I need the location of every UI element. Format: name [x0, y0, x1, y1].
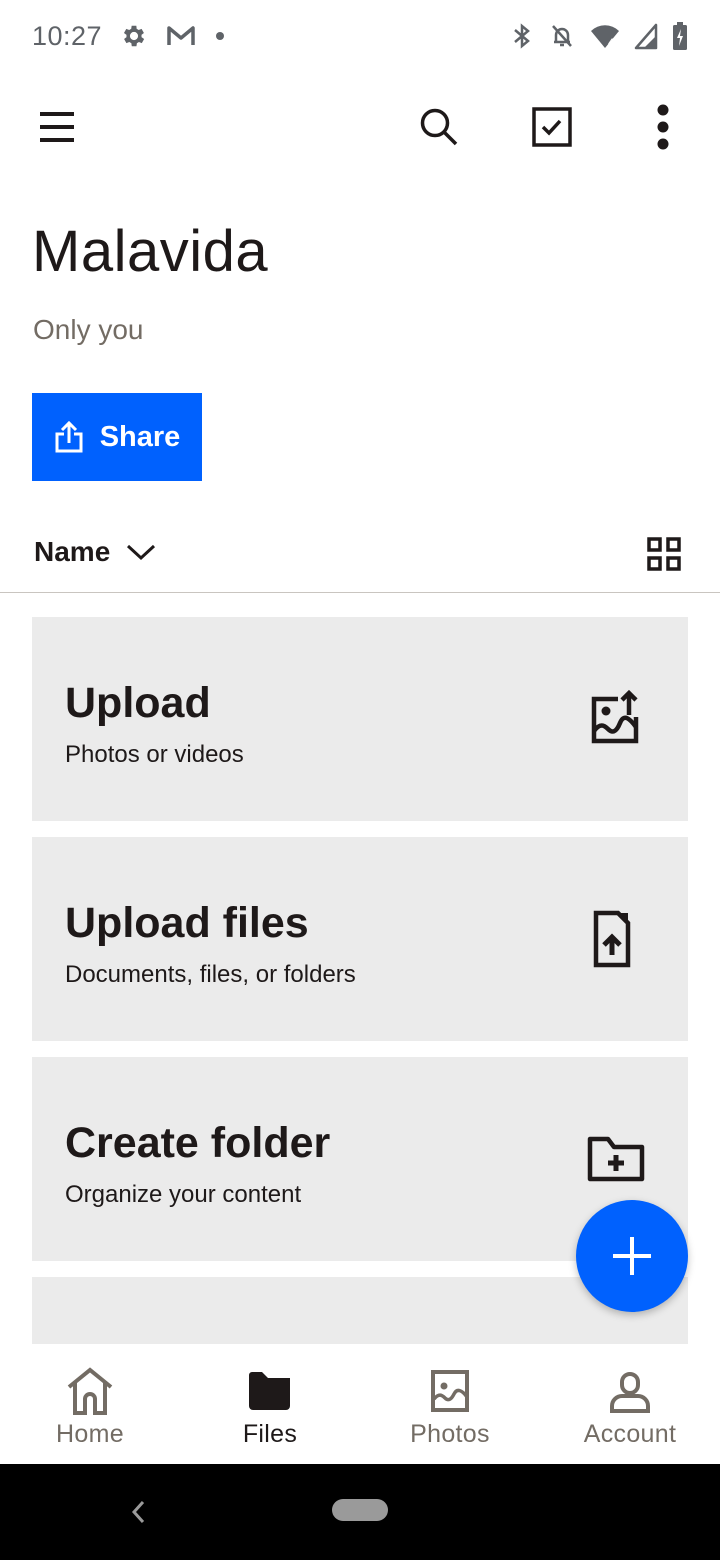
system-home-pill[interactable]	[332, 1499, 388, 1521]
upload-photo-icon	[591, 689, 639, 744]
folder-title: Malavida	[32, 219, 269, 284]
status-time: 10:27	[32, 20, 103, 51]
upload-files-card[interactable]: Upload files Documents, files, or folder…	[32, 837, 688, 1041]
cell-signal-icon	[634, 22, 658, 50]
notification-dot-icon	[214, 30, 226, 42]
nav-item-files[interactable]: Files	[180, 1344, 360, 1464]
status-bar: 10:27 4	[0, 0, 720, 72]
search-icon	[420, 108, 458, 146]
sort-row: Name	[0, 520, 720, 593]
upload-file-icon	[593, 910, 631, 968]
card-title: Create folder	[65, 1119, 331, 1167]
share-icon	[55, 420, 83, 453]
menu-icon	[40, 112, 74, 142]
system-navigation-bar	[0, 1464, 720, 1560]
home-icon	[67, 1367, 113, 1415]
nav-item-account[interactable]: Account	[540, 1344, 720, 1464]
sharing-status: Only you	[33, 314, 144, 345]
plus-icon	[613, 1237, 651, 1275]
nav-label: Files	[242, 1420, 298, 1448]
card-subtitle: Documents, files, or folders	[65, 961, 356, 988]
card-subtitle: Photos or videos	[65, 741, 244, 768]
sort-label: Name	[34, 536, 111, 567]
share-button[interactable]: Share	[32, 393, 202, 481]
card-title: Upload	[65, 679, 211, 727]
notifications-off-icon	[548, 22, 576, 50]
nav-item-home[interactable]: Home	[0, 1344, 180, 1464]
create-folder-icon	[587, 1136, 645, 1182]
upload-photos-card[interactable]: Upload Photos or videos	[32, 617, 688, 821]
search-button[interactable]	[414, 102, 464, 152]
select-checkbox-icon	[532, 107, 572, 147]
sort-by-button[interactable]: Name	[34, 536, 156, 568]
grid-view-icon	[647, 537, 681, 571]
more-vert-icon	[657, 104, 669, 150]
grid-view-toggle[interactable]	[646, 536, 682, 572]
status-left: 10:27	[32, 21, 226, 52]
menu-button[interactable]	[32, 102, 82, 152]
select-button[interactable]	[527, 102, 577, 152]
top-app-bar	[0, 82, 720, 172]
card-title: Upload files	[65, 899, 309, 947]
folder-icon	[249, 1372, 290, 1410]
add-fab-button[interactable]	[576, 1200, 688, 1312]
chevron-down-icon	[127, 544, 156, 561]
settings-icon	[120, 22, 148, 50]
bluetooth-icon	[510, 22, 534, 50]
bottom-navigation: Home Files Photos Account	[0, 1344, 720, 1464]
back-chevron-icon	[131, 1500, 145, 1524]
photos-icon	[431, 1370, 469, 1412]
system-back-button[interactable]	[124, 1494, 154, 1530]
nav-label: Account	[583, 1420, 677, 1448]
account-icon	[610, 1372, 650, 1413]
wifi-icon: 4	[590, 22, 620, 50]
nav-label: Photos	[410, 1420, 490, 1448]
battery-charging-icon	[672, 21, 688, 51]
nav-label: Home	[56, 1420, 124, 1448]
gmail-icon	[166, 24, 196, 48]
card-subtitle: Organize your content	[65, 1181, 302, 1208]
share-label: Share	[99, 420, 181, 453]
nav-item-photos[interactable]: Photos	[360, 1344, 540, 1464]
svg-text:4: 4	[608, 37, 614, 49]
status-right: 4	[510, 21, 688, 51]
more-options-button[interactable]	[638, 102, 688, 152]
